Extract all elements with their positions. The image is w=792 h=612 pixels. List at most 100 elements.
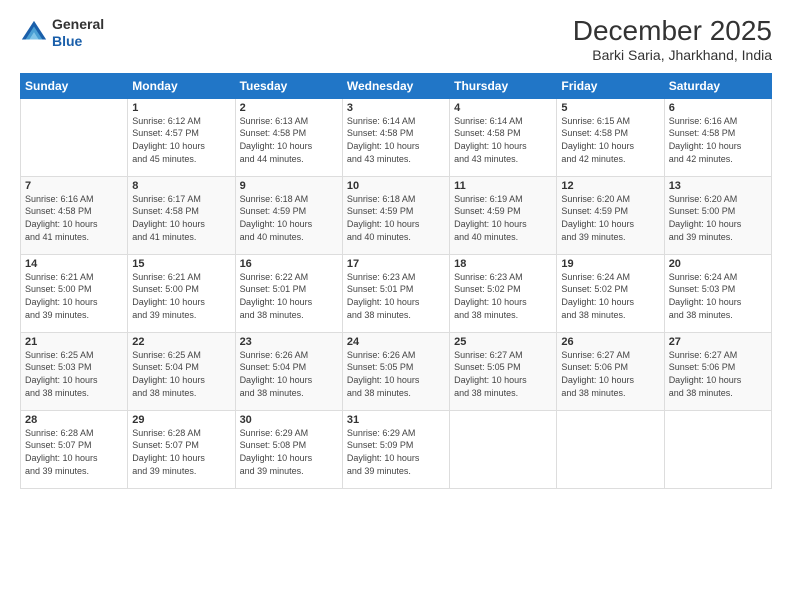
day-info: Sunrise: 6:25 AM Sunset: 5:03 PM Dayligh… (25, 349, 123, 399)
col-tuesday: Tuesday (235, 73, 342, 98)
calendar-cell: 3Sunrise: 6:14 AM Sunset: 4:58 PM Daylig… (342, 98, 449, 176)
day-info: Sunrise: 6:13 AM Sunset: 4:58 PM Dayligh… (240, 115, 338, 165)
day-info: Sunrise: 6:16 AM Sunset: 4:58 PM Dayligh… (25, 193, 123, 243)
day-number: 8 (132, 180, 230, 192)
day-number: 2 (240, 102, 338, 114)
day-info: Sunrise: 6:21 AM Sunset: 5:00 PM Dayligh… (25, 271, 123, 321)
day-info: Sunrise: 6:14 AM Sunset: 4:58 PM Dayligh… (454, 115, 552, 165)
day-info: Sunrise: 6:28 AM Sunset: 5:07 PM Dayligh… (132, 427, 230, 477)
day-info: Sunrise: 6:18 AM Sunset: 4:59 PM Dayligh… (347, 193, 445, 243)
calendar-week-2: 7Sunrise: 6:16 AM Sunset: 4:58 PM Daylig… (21, 176, 772, 254)
day-number: 11 (454, 180, 552, 192)
day-info: Sunrise: 6:12 AM Sunset: 4:57 PM Dayligh… (132, 115, 230, 165)
day-info: Sunrise: 6:24 AM Sunset: 5:03 PM Dayligh… (669, 271, 767, 321)
day-info: Sunrise: 6:19 AM Sunset: 4:59 PM Dayligh… (454, 193, 552, 243)
day-number: 20 (669, 258, 767, 270)
day-number: 5 (561, 102, 659, 114)
day-number: 29 (132, 414, 230, 426)
day-number: 7 (25, 180, 123, 192)
day-info: Sunrise: 6:16 AM Sunset: 4:58 PM Dayligh… (669, 115, 767, 165)
col-wednesday: Wednesday (342, 73, 449, 98)
day-number: 16 (240, 258, 338, 270)
calendar-cell (21, 98, 128, 176)
calendar-cell: 12Sunrise: 6:20 AM Sunset: 4:59 PM Dayli… (557, 176, 664, 254)
header: General Blue December 2025 Barki Saria, … (20, 16, 772, 63)
calendar-cell: 18Sunrise: 6:23 AM Sunset: 5:02 PM Dayli… (450, 254, 557, 332)
day-info: Sunrise: 6:20 AM Sunset: 5:00 PM Dayligh… (669, 193, 767, 243)
day-info: Sunrise: 6:24 AM Sunset: 5:02 PM Dayligh… (561, 271, 659, 321)
calendar-cell: 13Sunrise: 6:20 AM Sunset: 5:00 PM Dayli… (664, 176, 771, 254)
day-number: 12 (561, 180, 659, 192)
calendar-cell: 15Sunrise: 6:21 AM Sunset: 5:00 PM Dayli… (128, 254, 235, 332)
day-info: Sunrise: 6:21 AM Sunset: 5:00 PM Dayligh… (132, 271, 230, 321)
calendar-cell: 28Sunrise: 6:28 AM Sunset: 5:07 PM Dayli… (21, 410, 128, 488)
day-number: 17 (347, 258, 445, 270)
day-info: Sunrise: 6:22 AM Sunset: 5:01 PM Dayligh… (240, 271, 338, 321)
calendar-cell: 14Sunrise: 6:21 AM Sunset: 5:00 PM Dayli… (21, 254, 128, 332)
page: General Blue December 2025 Barki Saria, … (0, 0, 792, 612)
logo: General Blue (20, 16, 104, 50)
day-info: Sunrise: 6:20 AM Sunset: 4:59 PM Dayligh… (561, 193, 659, 243)
calendar-cell: 27Sunrise: 6:27 AM Sunset: 5:06 PM Dayli… (664, 332, 771, 410)
day-number: 18 (454, 258, 552, 270)
day-info: Sunrise: 6:14 AM Sunset: 4:58 PM Dayligh… (347, 115, 445, 165)
calendar-cell: 29Sunrise: 6:28 AM Sunset: 5:07 PM Dayli… (128, 410, 235, 488)
col-thursday: Thursday (450, 73, 557, 98)
day-number: 1 (132, 102, 230, 114)
logo-blue: Blue (52, 33, 82, 49)
day-info: Sunrise: 6:27 AM Sunset: 5:06 PM Dayligh… (669, 349, 767, 399)
day-info: Sunrise: 6:17 AM Sunset: 4:58 PM Dayligh… (132, 193, 230, 243)
calendar-cell: 19Sunrise: 6:24 AM Sunset: 5:02 PM Dayli… (557, 254, 664, 332)
day-info: Sunrise: 6:26 AM Sunset: 5:05 PM Dayligh… (347, 349, 445, 399)
day-number: 30 (240, 414, 338, 426)
calendar-cell: 6Sunrise: 6:16 AM Sunset: 4:58 PM Daylig… (664, 98, 771, 176)
calendar-cell: 30Sunrise: 6:29 AM Sunset: 5:08 PM Dayli… (235, 410, 342, 488)
calendar-cell: 21Sunrise: 6:25 AM Sunset: 5:03 PM Dayli… (21, 332, 128, 410)
col-monday: Monday (128, 73, 235, 98)
calendar-cell: 17Sunrise: 6:23 AM Sunset: 5:01 PM Dayli… (342, 254, 449, 332)
calendar-cell: 10Sunrise: 6:18 AM Sunset: 4:59 PM Dayli… (342, 176, 449, 254)
calendar-cell: 4Sunrise: 6:14 AM Sunset: 4:58 PM Daylig… (450, 98, 557, 176)
day-number: 19 (561, 258, 659, 270)
day-info: Sunrise: 6:27 AM Sunset: 5:06 PM Dayligh… (561, 349, 659, 399)
day-number: 25 (454, 336, 552, 348)
day-number: 3 (347, 102, 445, 114)
logo-icon (20, 19, 48, 47)
header-row: Sunday Monday Tuesday Wednesday Thursday… (21, 73, 772, 98)
day-number: 10 (347, 180, 445, 192)
calendar-cell (450, 410, 557, 488)
day-number: 23 (240, 336, 338, 348)
col-saturday: Saturday (664, 73, 771, 98)
calendar-cell: 8Sunrise: 6:17 AM Sunset: 4:58 PM Daylig… (128, 176, 235, 254)
calendar-cell (557, 410, 664, 488)
calendar-cell: 9Sunrise: 6:18 AM Sunset: 4:59 PM Daylig… (235, 176, 342, 254)
day-info: Sunrise: 6:27 AM Sunset: 5:05 PM Dayligh… (454, 349, 552, 399)
day-number: 4 (454, 102, 552, 114)
day-info: Sunrise: 6:25 AM Sunset: 5:04 PM Dayligh… (132, 349, 230, 399)
calendar-cell: 11Sunrise: 6:19 AM Sunset: 4:59 PM Dayli… (450, 176, 557, 254)
calendar-cell: 2Sunrise: 6:13 AM Sunset: 4:58 PM Daylig… (235, 98, 342, 176)
day-info: Sunrise: 6:29 AM Sunset: 5:08 PM Dayligh… (240, 427, 338, 477)
day-number: 26 (561, 336, 659, 348)
day-info: Sunrise: 6:26 AM Sunset: 5:04 PM Dayligh… (240, 349, 338, 399)
day-info: Sunrise: 6:29 AM Sunset: 5:09 PM Dayligh… (347, 427, 445, 477)
calendar-cell: 1Sunrise: 6:12 AM Sunset: 4:57 PM Daylig… (128, 98, 235, 176)
calendar-week-4: 21Sunrise: 6:25 AM Sunset: 5:03 PM Dayli… (21, 332, 772, 410)
day-number: 27 (669, 336, 767, 348)
logo-general: General (52, 16, 104, 32)
calendar-title: December 2025 (573, 16, 772, 47)
day-info: Sunrise: 6:23 AM Sunset: 5:01 PM Dayligh… (347, 271, 445, 321)
day-info: Sunrise: 6:28 AM Sunset: 5:07 PM Dayligh… (25, 427, 123, 477)
calendar-week-3: 14Sunrise: 6:21 AM Sunset: 5:00 PM Dayli… (21, 254, 772, 332)
calendar-subtitle: Barki Saria, Jharkhand, India (573, 47, 772, 63)
day-number: 21 (25, 336, 123, 348)
calendar-cell: 7Sunrise: 6:16 AM Sunset: 4:58 PM Daylig… (21, 176, 128, 254)
calendar-cell: 25Sunrise: 6:27 AM Sunset: 5:05 PM Dayli… (450, 332, 557, 410)
calendar-cell: 31Sunrise: 6:29 AM Sunset: 5:09 PM Dayli… (342, 410, 449, 488)
day-number: 13 (669, 180, 767, 192)
calendar-cell: 20Sunrise: 6:24 AM Sunset: 5:03 PM Dayli… (664, 254, 771, 332)
calendar-table: Sunday Monday Tuesday Wednesday Thursday… (20, 73, 772, 489)
day-number: 22 (132, 336, 230, 348)
calendar-cell: 24Sunrise: 6:26 AM Sunset: 5:05 PM Dayli… (342, 332, 449, 410)
day-number: 31 (347, 414, 445, 426)
